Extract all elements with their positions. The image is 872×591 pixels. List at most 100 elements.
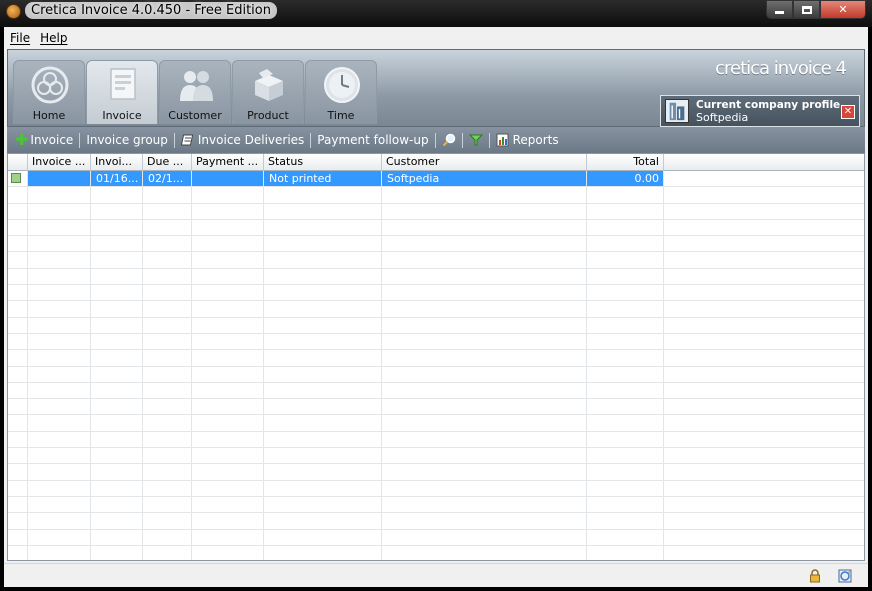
tab-time[interactable]: Time bbox=[305, 60, 377, 124]
cell-invoice-date[interactable]: 01/16... bbox=[91, 171, 143, 187]
reports-button[interactable]: Reports bbox=[496, 133, 559, 147]
empty-cell bbox=[192, 366, 264, 382]
empty-cell bbox=[8, 496, 28, 513]
company-profile-title: Current company profile bbox=[696, 99, 841, 111]
empty-cell bbox=[8, 187, 28, 203]
empty-cell bbox=[192, 333, 264, 350]
invoice-group-button[interactable]: Invoice group bbox=[86, 133, 168, 147]
minimize-button[interactable] bbox=[766, 0, 793, 19]
empty-cell bbox=[192, 252, 264, 268]
app-icon[interactable] bbox=[6, 4, 21, 19]
menu-help[interactable]: Help bbox=[40, 31, 67, 45]
sync-icon[interactable] bbox=[837, 568, 853, 584]
table-row[interactable]: 01/16... 02/1... Not printed Softpedia 0… bbox=[8, 171, 864, 188]
empty-cell bbox=[664, 350, 864, 365]
column-header-customer[interactable]: Customer bbox=[382, 154, 587, 171]
company-profile-panel[interactable]: Current company profile Softpedia ✕ bbox=[660, 95, 860, 127]
company-profile-name: Softpedia bbox=[696, 111, 749, 124]
empty-cell bbox=[8, 448, 28, 464]
main-window: File Help cretica invoice 4 Home Invoice… bbox=[4, 27, 868, 587]
empty-cell bbox=[192, 415, 264, 431]
column-header-payment[interactable]: Payment ... bbox=[192, 154, 264, 171]
empty-table-row bbox=[8, 301, 864, 318]
empty-cell bbox=[91, 382, 143, 399]
empty-cell bbox=[664, 269, 864, 284]
cell-payment[interactable] bbox=[192, 171, 264, 187]
empty-cell bbox=[143, 187, 192, 203]
empty-cell bbox=[192, 529, 264, 545]
empty-cell bbox=[8, 382, 28, 399]
empty-cell bbox=[587, 317, 664, 333]
search-button[interactable] bbox=[442, 133, 456, 147]
empty-cell bbox=[91, 448, 143, 464]
empty-cell bbox=[664, 367, 864, 382]
empty-cell bbox=[192, 496, 264, 513]
cell-customer[interactable]: Softpedia bbox=[382, 171, 587, 187]
empty-cell bbox=[91, 545, 143, 560]
invoice-grid[interactable]: Invoice ... Invoi... Due ... Payment ...… bbox=[7, 153, 865, 561]
empty-cell bbox=[587, 545, 664, 560]
cell-invoice-no[interactable] bbox=[28, 171, 91, 187]
close-button[interactable]: ✕ bbox=[820, 0, 866, 19]
column-header-total[interactable]: Total bbox=[587, 154, 664, 171]
close-icon: ✕ bbox=[838, 3, 848, 16]
empty-cell bbox=[264, 285, 382, 301]
empty-cell bbox=[192, 513, 264, 529]
empty-cell bbox=[382, 219, 587, 236]
payment-followup-button[interactable]: Payment follow-up bbox=[317, 133, 428, 147]
empty-cell bbox=[143, 399, 192, 415]
new-invoice-button[interactable]: ✚ Invoice bbox=[15, 132, 73, 148]
lock-icon[interactable] bbox=[808, 569, 822, 583]
empty-cell bbox=[664, 399, 864, 414]
empty-cell bbox=[664, 220, 864, 235]
maximize-button[interactable] bbox=[793, 0, 820, 19]
empty-cell bbox=[264, 496, 382, 513]
empty-cell bbox=[8, 545, 28, 560]
tab-product-label: Product bbox=[247, 109, 289, 122]
empty-cell bbox=[264, 317, 382, 333]
empty-cell bbox=[8, 399, 28, 415]
empty-cell bbox=[28, 317, 91, 333]
module-tabs: Home Invoice Customer Product Time bbox=[13, 60, 378, 124]
invoice-deliveries-button[interactable]: Invoice Deliveries bbox=[180, 133, 304, 147]
empty-cell bbox=[192, 350, 264, 366]
tab-product[interactable]: Product bbox=[232, 60, 304, 124]
reports-icon bbox=[496, 133, 509, 147]
empty-cell bbox=[91, 496, 143, 513]
empty-cell bbox=[587, 219, 664, 236]
cell-total[interactable]: 0.00 bbox=[587, 171, 664, 187]
empty-cell bbox=[91, 301, 143, 317]
empty-cell bbox=[8, 301, 28, 317]
column-header-due-date[interactable]: Due ... bbox=[143, 154, 192, 171]
empty-cell bbox=[28, 382, 91, 399]
empty-cell bbox=[587, 187, 664, 203]
empty-cell bbox=[587, 464, 664, 480]
close-company-button[interactable]: ✕ bbox=[841, 105, 855, 119]
empty-cell bbox=[192, 187, 264, 203]
empty-table-row bbox=[8, 431, 864, 449]
column-header-status[interactable]: Status bbox=[264, 154, 382, 171]
empty-cell bbox=[192, 464, 264, 480]
empty-table-row bbox=[8, 333, 864, 351]
cell-status[interactable]: Not printed bbox=[264, 171, 382, 187]
empty-cell bbox=[143, 415, 192, 431]
empty-cell bbox=[8, 480, 28, 496]
empty-cell bbox=[382, 496, 587, 513]
column-header-invoice-date[interactable]: Invoi... bbox=[91, 154, 143, 171]
empty-cell bbox=[382, 464, 587, 480]
empty-table-row bbox=[8, 382, 864, 400]
empty-cell bbox=[382, 480, 587, 496]
tab-home[interactable]: Home bbox=[13, 60, 85, 124]
empty-cell bbox=[264, 236, 382, 252]
tab-invoice[interactable]: Invoice bbox=[86, 60, 158, 124]
filter-button[interactable] bbox=[468, 133, 483, 147]
empty-cell bbox=[664, 383, 864, 398]
column-header-invoice-no[interactable]: Invoice ... bbox=[28, 154, 91, 171]
status-bar bbox=[4, 563, 868, 587]
tab-customer[interactable]: Customer bbox=[159, 60, 231, 124]
cell-due-date[interactable]: 02/1... bbox=[143, 171, 192, 187]
empty-cell bbox=[264, 301, 382, 317]
menu-file[interactable]: File bbox=[10, 31, 30, 45]
empty-cell bbox=[264, 480, 382, 496]
empty-cell bbox=[382, 399, 587, 415]
